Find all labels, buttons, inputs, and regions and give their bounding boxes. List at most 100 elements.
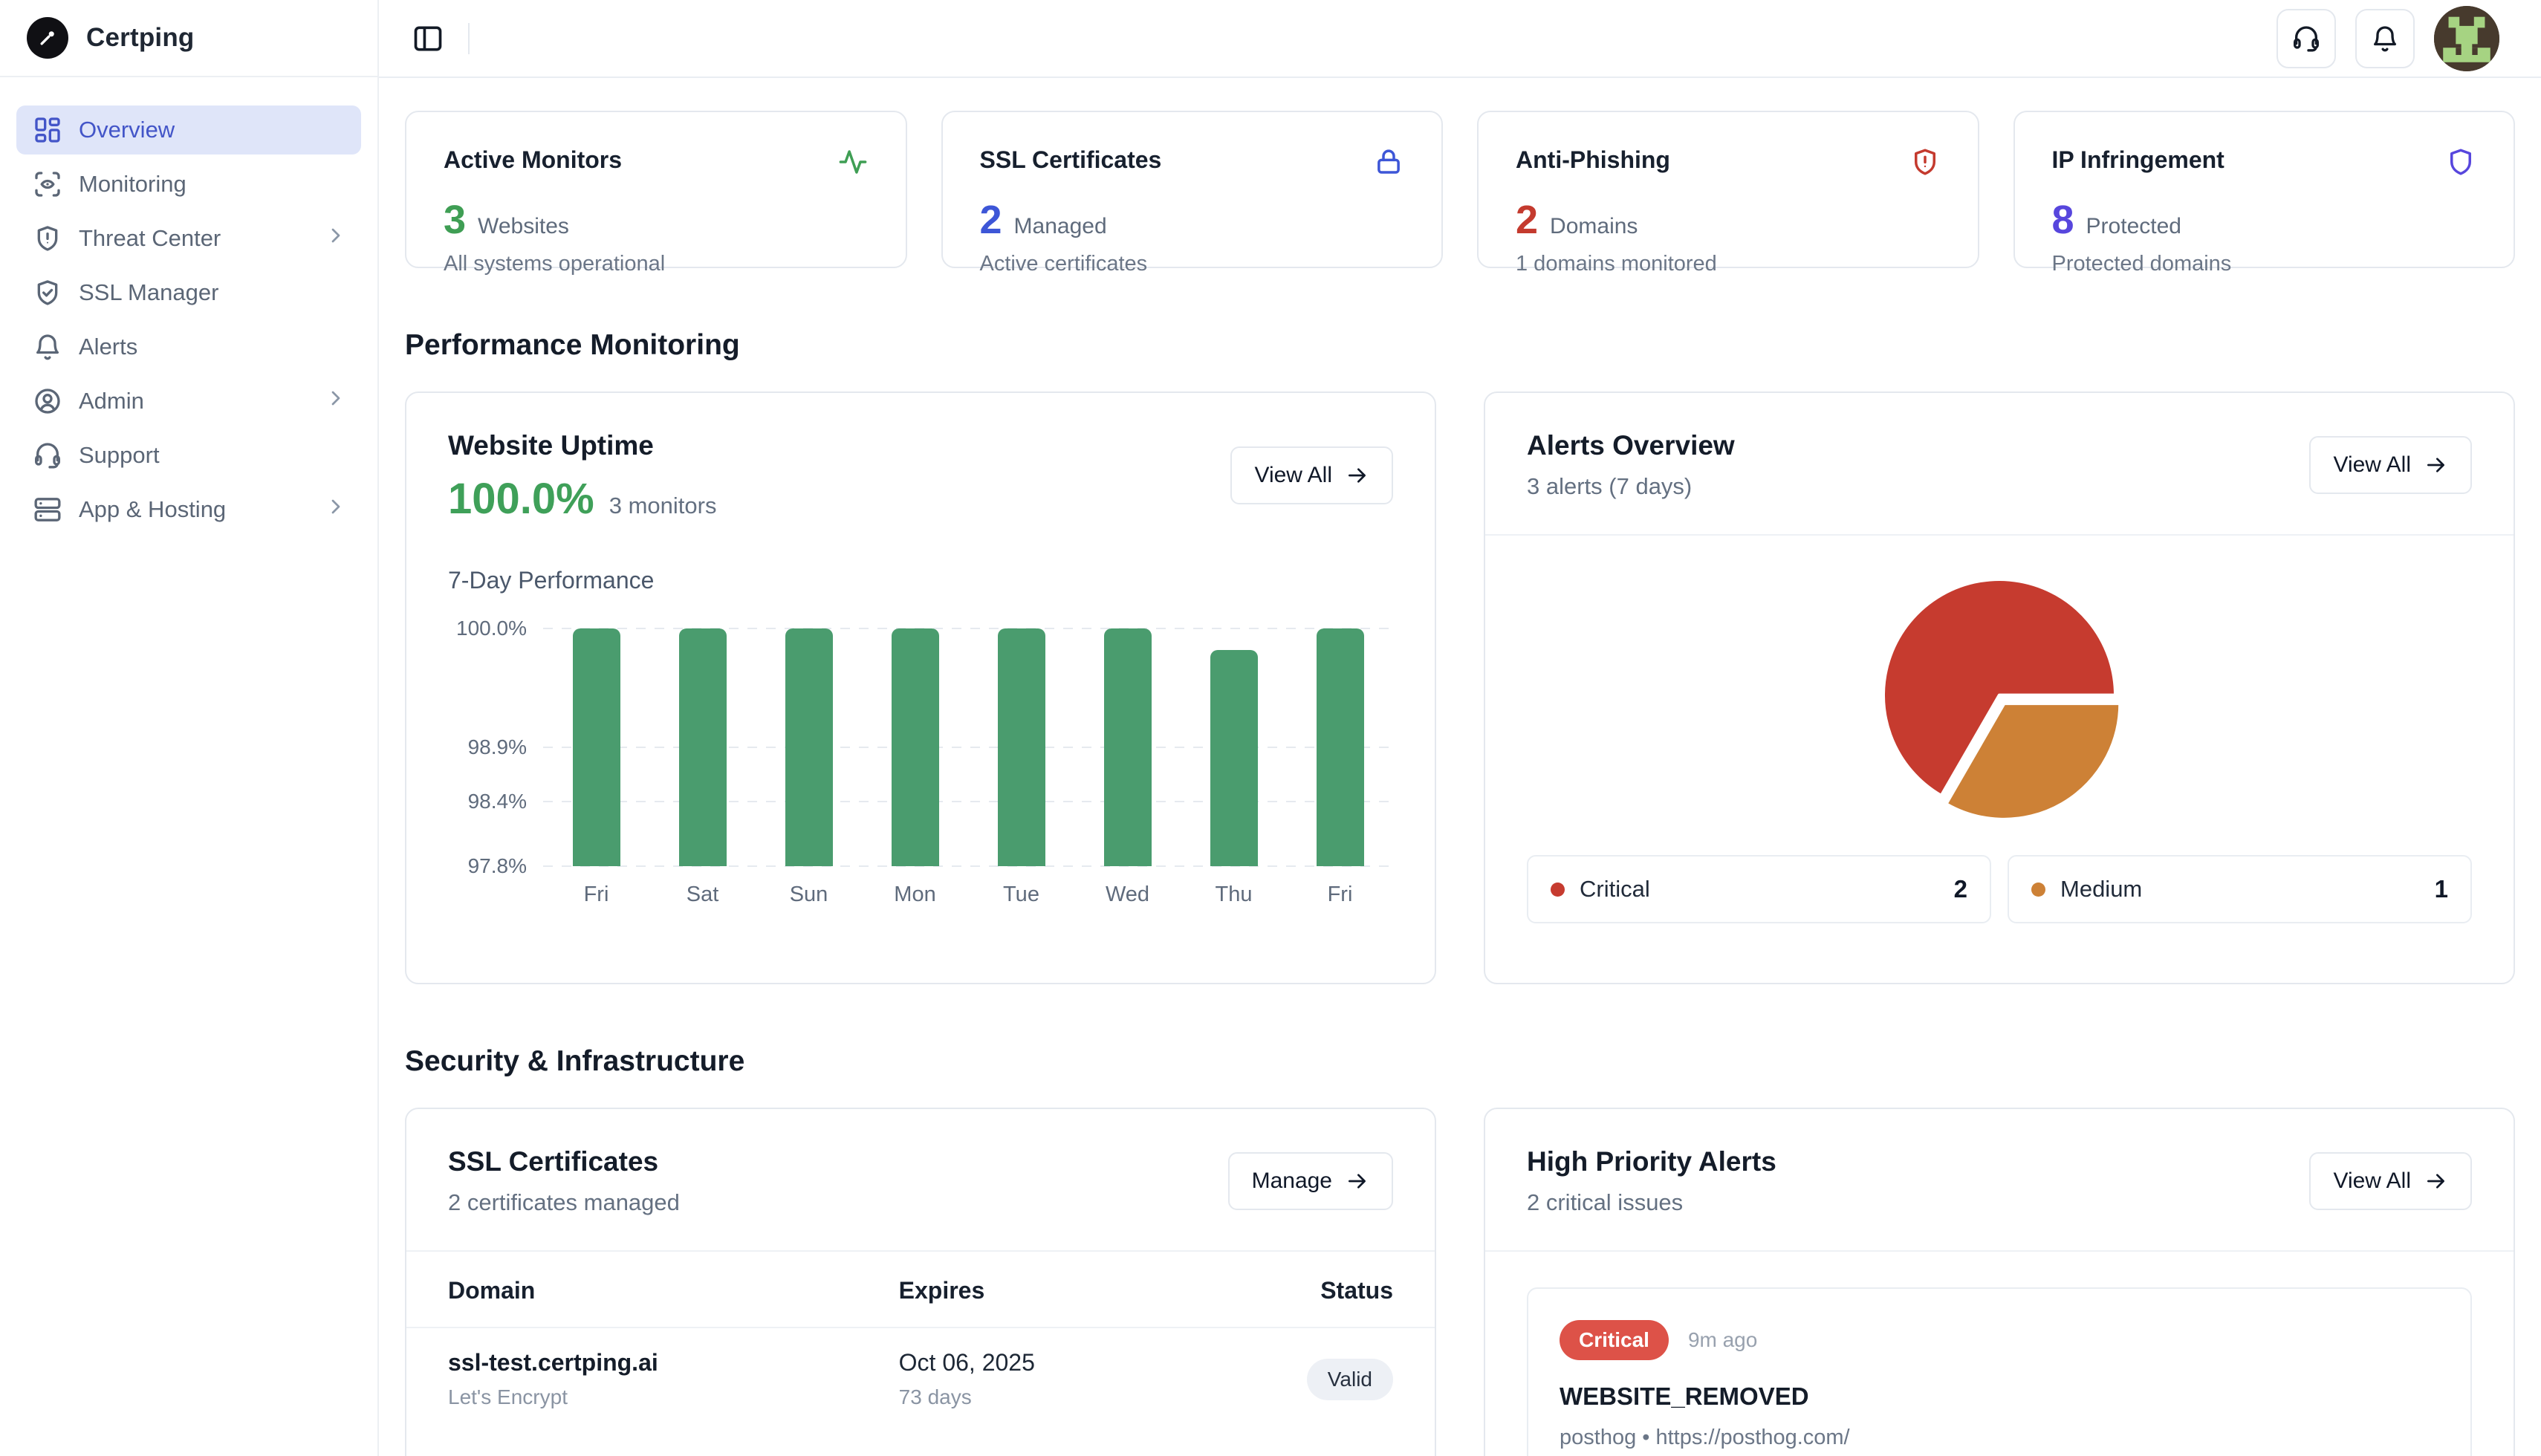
ssl-card-meta: 2 certificates managed xyxy=(448,1189,680,1216)
alert-timestamp: 9m ago xyxy=(1688,1328,1757,1352)
sidebar-item-monitoring[interactable]: Monitoring xyxy=(16,160,361,209)
uptime-bar xyxy=(998,628,1045,866)
legend-item-critical: Critical 2 xyxy=(1527,855,1991,923)
uptime-bar xyxy=(892,628,939,866)
sidebar-nav: Overview Monitoring Threat Center SSL Ma… xyxy=(0,77,377,568)
legend-count: 2 xyxy=(1954,875,1967,903)
chart-plot-area xyxy=(543,628,1393,866)
stat-unit: Domains xyxy=(1550,214,1638,239)
arrow-right-icon xyxy=(2424,1169,2448,1193)
stat-value: 8 xyxy=(2052,200,2074,240)
sidebar-item-threat-center[interactable]: Threat Center xyxy=(16,214,361,263)
user-avatar[interactable] xyxy=(2434,6,2499,71)
stat-title: Anti-Phishing xyxy=(1516,146,1670,174)
sidebar-item-label: SSL Manager xyxy=(79,279,218,306)
stat-subtitle: All systems operational xyxy=(444,252,869,276)
headset-icon xyxy=(2291,24,2321,53)
uptime-bar xyxy=(1317,628,1364,866)
sidebar-item-label: Support xyxy=(79,442,160,469)
uptime-view-all-button[interactable]: View All xyxy=(1230,446,1393,504)
legend-count: 1 xyxy=(2435,875,2448,903)
stat-value: 3 xyxy=(444,200,466,240)
sidebar-item-alerts[interactable]: Alerts xyxy=(16,322,361,371)
certificate-issuer: Let's Encrypt xyxy=(448,1385,899,1409)
bell-icon xyxy=(33,332,62,362)
shield-alert-icon xyxy=(33,224,62,253)
sidebar-item-overview[interactable]: Overview xyxy=(16,105,361,155)
ssl-card-title: SSL Certificates xyxy=(448,1146,680,1177)
uptime-bar-chart: 7-Day Performance 100.0% 98.9% 98.4% 97.… xyxy=(406,555,1435,907)
ssl-manage-button[interactable]: Manage xyxy=(1228,1152,1393,1210)
stat-subtitle: 1 domains monitored xyxy=(1516,252,1941,276)
server-icon xyxy=(33,495,62,524)
ssl-table-row: ssl-test.certping.ai Let's Encrypt Oct 0… xyxy=(406,1327,1435,1430)
alerts-view-all-button[interactable]: View All xyxy=(2309,436,2472,494)
sidebar-item-label: Threat Center xyxy=(79,225,221,252)
shield-check-icon xyxy=(33,278,62,308)
ssl-table-header: Domain Expires Status xyxy=(406,1277,1435,1327)
uptime-card-title: Website Uptime xyxy=(448,430,716,461)
chart-label: 7-Day Performance xyxy=(448,567,1393,594)
sidebar-item-ssl-manager[interactable]: SSL Manager xyxy=(16,268,361,317)
arrow-right-icon xyxy=(1346,1169,1369,1193)
divider xyxy=(406,1250,1435,1252)
priority-card-title: High Priority Alerts xyxy=(1527,1146,1776,1177)
chevron-right-icon xyxy=(324,386,348,416)
shield-alert-icon xyxy=(1909,146,1941,178)
sidebar: Certping Overview Monitoring Threat Cent… xyxy=(0,0,379,1456)
uptime-bar xyxy=(1210,650,1258,866)
uptime-monitor-count: 3 monitors xyxy=(609,493,717,519)
critical-dot-icon xyxy=(1551,883,1565,897)
sidebar-item-app-hosting[interactable]: App & Hosting xyxy=(16,485,361,534)
sidebar-item-label: Admin xyxy=(79,388,144,415)
headset-icon xyxy=(33,441,62,470)
brand: Certping xyxy=(0,0,377,77)
stat-title: IP Infringement xyxy=(2052,146,2224,174)
sidebar-toggle-button[interactable] xyxy=(407,18,449,59)
support-button[interactable] xyxy=(2276,9,2336,68)
stat-subtitle: Active certificates xyxy=(980,252,1405,276)
ssl-certificates-card: SSL Certificates 2 certificates managed … xyxy=(405,1108,1436,1456)
panel-left-icon xyxy=(412,22,444,55)
chart-y-axis: 100.0% 98.9% 98.4% 97.8% xyxy=(448,628,543,866)
button-label: View All xyxy=(2333,1169,2411,1194)
chevron-right-icon xyxy=(324,495,348,524)
notifications-button[interactable] xyxy=(2355,9,2415,68)
activity-icon xyxy=(837,146,869,178)
expiry-date: Oct 06, 2025 xyxy=(899,1349,1219,1377)
column-domain: Domain xyxy=(448,1277,899,1304)
section-heading-security: Security & Infrastructure xyxy=(405,1045,2515,1078)
priority-card-meta: 2 critical issues xyxy=(1527,1189,1776,1216)
alerts-card-meta: 3 alerts (7 days) xyxy=(1527,473,1735,500)
lock-icon xyxy=(1373,146,1404,178)
user-circle-icon xyxy=(33,386,62,416)
stat-unit: Managed xyxy=(1014,214,1107,239)
avatar-pixel-art-icon xyxy=(2434,6,2499,71)
sidebar-item-label: Monitoring xyxy=(79,171,186,198)
chevron-right-icon xyxy=(324,224,348,253)
section-heading-performance: Performance Monitoring xyxy=(405,329,2515,362)
alerts-overview-card: Alerts Overview 3 alerts (7 days) View A… xyxy=(1484,391,2515,984)
stat-cards-row: Active Monitors 3 Websites All systems o… xyxy=(405,111,2515,268)
stat-unit: Protected xyxy=(2086,214,2181,239)
stat-card-anti-phishing: Anti-Phishing 2 Domains 1 domains monito… xyxy=(1477,111,1979,268)
stat-subtitle: Protected domains xyxy=(2052,252,2477,276)
priority-view-all-button[interactable]: View All xyxy=(2309,1152,2472,1210)
uptime-bar xyxy=(679,628,727,866)
column-status: Status xyxy=(1218,1277,1393,1304)
high-priority-alerts-card: High Priority Alerts 2 critical issues V… xyxy=(1484,1108,2515,1456)
sidebar-item-support[interactable]: Support xyxy=(16,431,361,480)
arrow-right-icon xyxy=(1346,464,1369,487)
uptime-bar xyxy=(573,628,620,866)
legend-item-medium: Medium 1 xyxy=(2008,855,2472,923)
sidebar-item-label: Overview xyxy=(79,117,175,143)
severity-badge: Critical xyxy=(1560,1320,1669,1360)
sidebar-item-label: Alerts xyxy=(79,334,137,360)
chart-x-axis: Fri Sat Sun Mon Tue Wed Thu Fri xyxy=(543,883,1393,907)
alerts-card-title: Alerts Overview xyxy=(1527,430,1735,461)
shield-icon xyxy=(2445,146,2476,178)
stat-unit: Websites xyxy=(478,214,569,239)
sidebar-item-admin[interactable]: Admin xyxy=(16,377,361,426)
button-label: View All xyxy=(2333,452,2411,478)
alert-code: WEBSITE_REMOVED xyxy=(1560,1382,2439,1411)
